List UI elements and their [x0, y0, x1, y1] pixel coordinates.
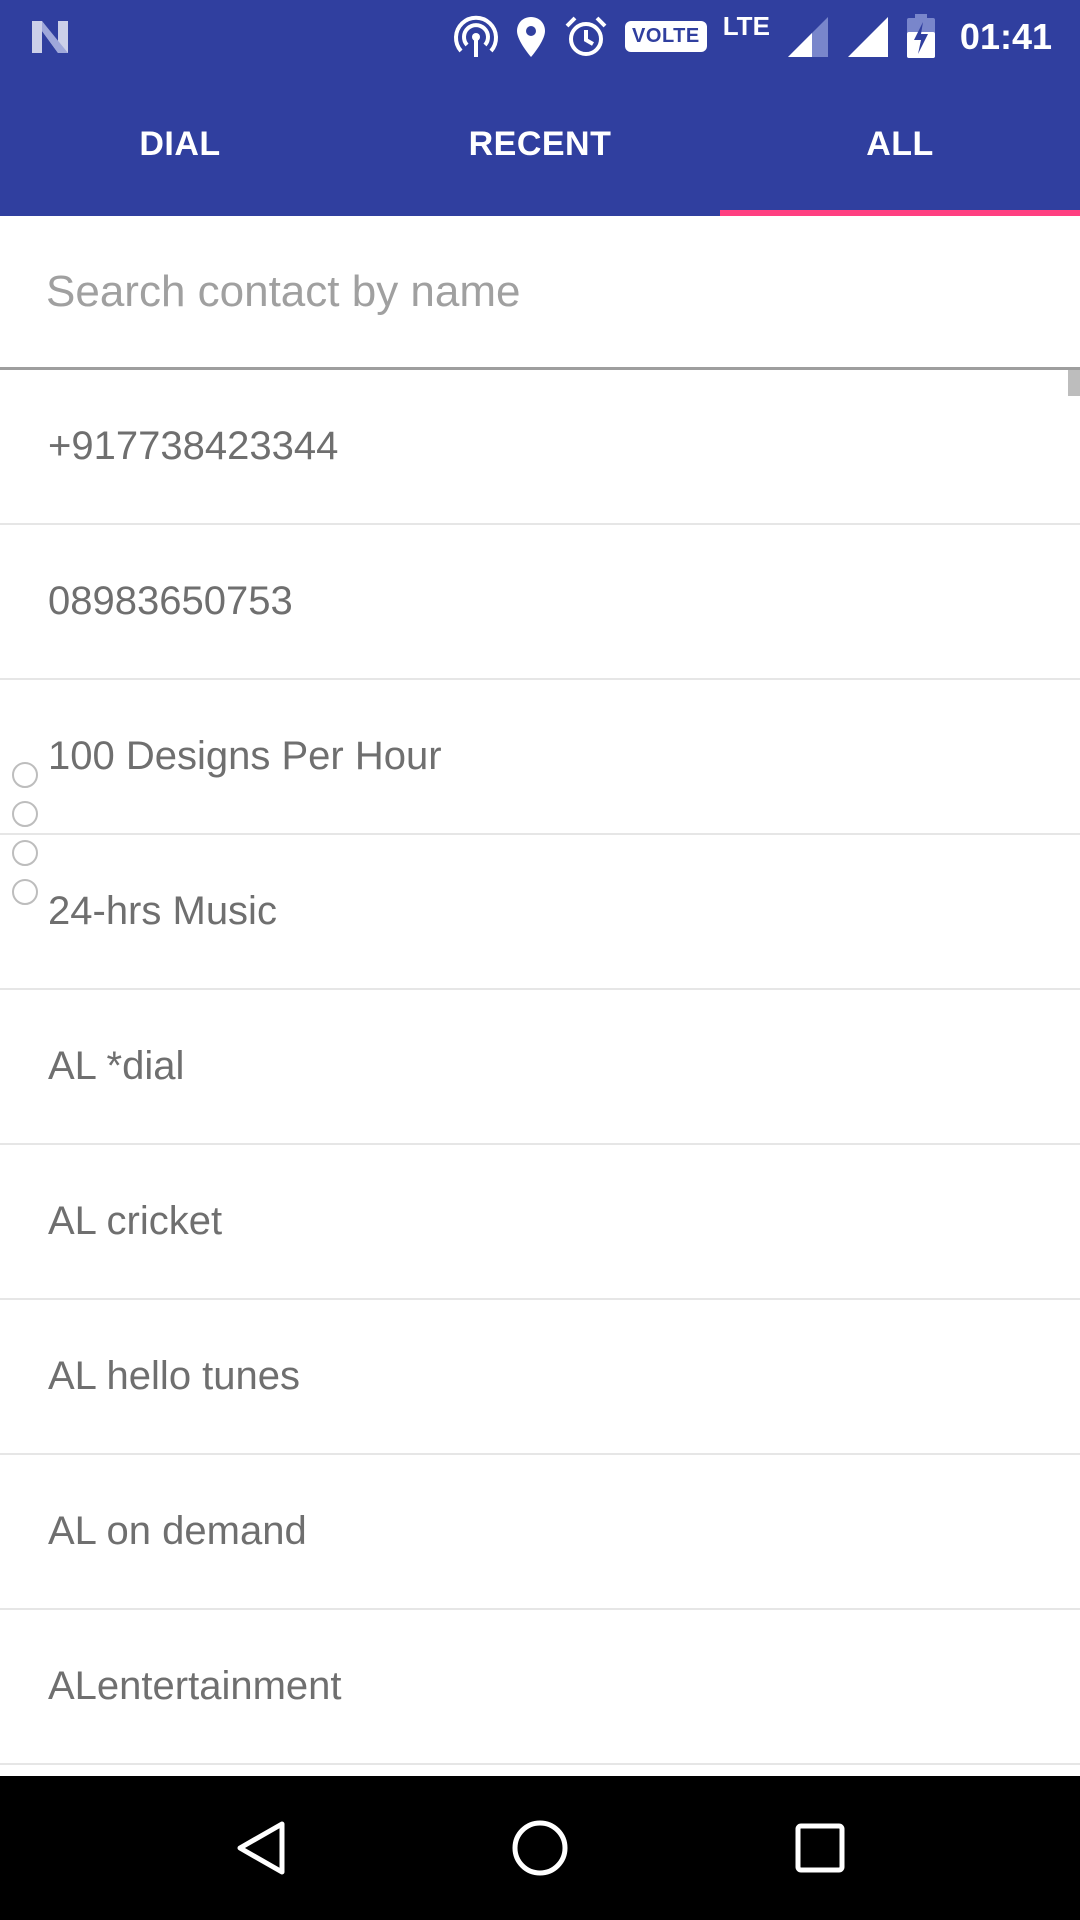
- tab-bar: DIAL RECENT ALL: [0, 73, 1080, 216]
- back-button[interactable]: [220, 1808, 300, 1888]
- list-item[interactable]: AL *dial: [0, 990, 1080, 1145]
- clock: 01:41: [959, 15, 1052, 57]
- back-icon: [237, 1821, 285, 1875]
- volte-badge: VOLTE: [625, 21, 707, 52]
- recents-button[interactable]: [780, 1808, 860, 1888]
- navigation-bar: [0, 1776, 1080, 1920]
- list-item[interactable]: 100 Designs Per Hour: [0, 680, 1080, 835]
- fast-scroll-dots[interactable]: [12, 762, 38, 918]
- tab-all[interactable]: ALL: [720, 73, 1080, 216]
- scrollbar-thumb[interactable]: [1068, 370, 1080, 396]
- lte-text: LTE: [722, 11, 770, 41]
- tab-dial[interactable]: DIAL: [0, 73, 360, 216]
- lte-label: LTE: [722, 11, 770, 61]
- dot-icon: [12, 762, 38, 788]
- list-item[interactable]: AL cricket: [0, 1145, 1080, 1300]
- tab-recent[interactable]: RECENT: [360, 73, 720, 216]
- list-item[interactable]: ALentertainment: [0, 1610, 1080, 1765]
- list-item[interactable]: 24-hrs Music: [0, 835, 1080, 990]
- search-input[interactable]: [0, 216, 1080, 367]
- status-bar: VOLTE LTE 01:41: [0, 0, 1080, 73]
- list-item[interactable]: 08983650753: [0, 525, 1080, 680]
- dot-icon: [12, 801, 38, 827]
- signal-icon: [786, 13, 830, 61]
- list-item[interactable]: AL on demand: [0, 1455, 1080, 1610]
- search-area: [0, 216, 1080, 370]
- dot-icon: [12, 840, 38, 866]
- app: VOLTE LTE 01:41 DIAL RECENT ALL Search c…: [0, 0, 1080, 1920]
- contact-list: +917738423344 08983650753 100 Designs Pe…: [0, 370, 1080, 1776]
- alarm-icon: [563, 13, 609, 61]
- list-item[interactable]: +917738423344: [0, 370, 1080, 525]
- home-button[interactable]: [500, 1808, 580, 1888]
- n-logo-icon: [28, 13, 72, 61]
- location-icon: [515, 13, 547, 61]
- hotspot-icon: [453, 13, 499, 61]
- dot-icon: [12, 879, 38, 905]
- list-item[interactable]: AL hello tunes: [0, 1300, 1080, 1455]
- home-icon: [512, 1820, 568, 1876]
- battery-charging-icon: [906, 13, 936, 61]
- volte-icon: VOLTE: [625, 13, 707, 61]
- recents-icon: [795, 1823, 845, 1873]
- signal-full-icon: [846, 13, 890, 61]
